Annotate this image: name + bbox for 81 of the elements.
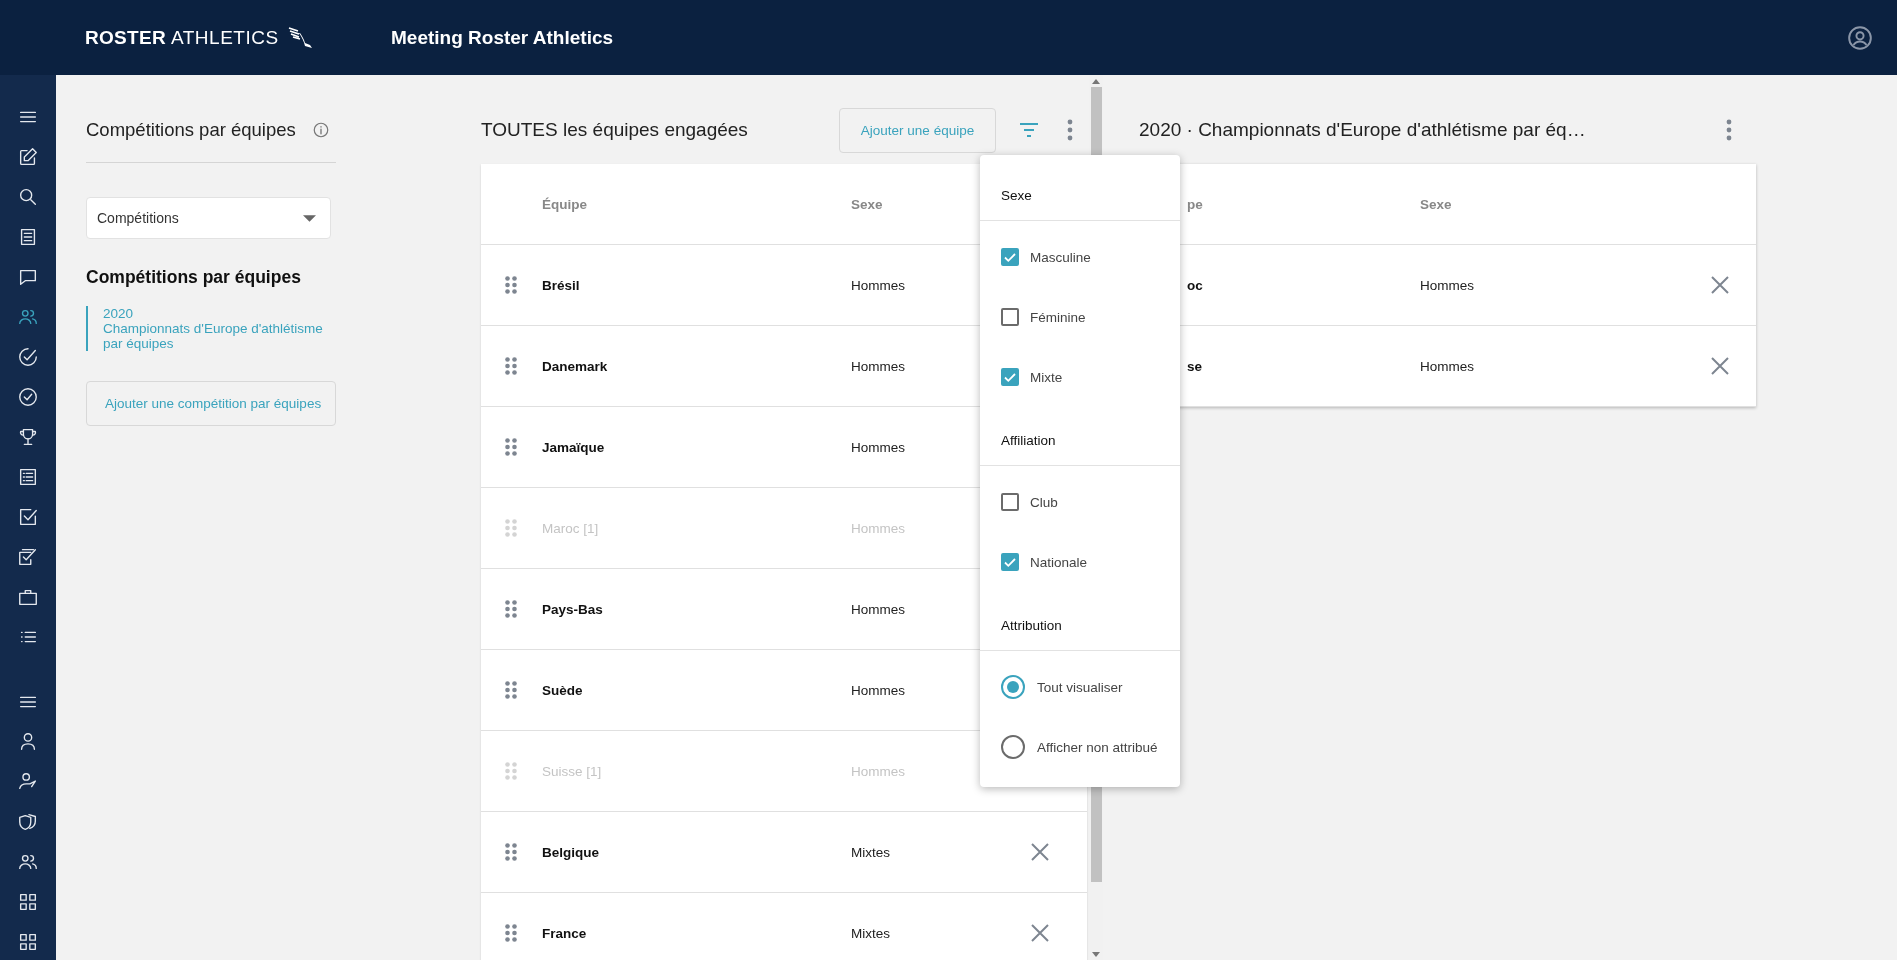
team-name: Danemark [542,358,608,374]
logo-text: ATHLETICS [171,26,279,49]
check-circle-icon[interactable] [17,386,39,408]
team-name: se [1187,358,1203,374]
grid-icon[interactable] [17,891,39,913]
checkbox-label[interactable]: Féminine [1030,309,1086,325]
team-name: Suisse [1] [542,763,602,779]
panel-title: Compétitions par équipes [86,119,296,141]
drag-handle-icon[interactable] [505,843,517,861]
close-icon[interactable] [1711,276,1729,294]
team-name: Belgique [542,844,599,860]
team-name: oc [1187,277,1203,293]
competitions-select[interactable]: Compétitions [86,197,331,239]
caret-icon [303,214,316,222]
team-name: Brésil [542,277,580,293]
team-sex: Hommes [851,439,905,455]
team-sex: Hommes [851,358,905,374]
column-header: Équipe [542,196,587,212]
checkbox[interactable] [1001,308,1019,326]
drag-handle-icon[interactable] [505,600,517,618]
checklist-icon[interactable] [17,546,39,568]
team-name: France [542,925,587,941]
column-header: pe [1187,196,1203,212]
checkbox-label[interactable]: Nationale [1030,554,1088,570]
checkbox-label[interactable]: Masculine [1030,249,1091,265]
radio-label[interactable]: Tout visualiser [1037,679,1123,695]
drag-handle-icon[interactable] [505,357,517,375]
scroll-up-icon[interactable] [1092,79,1100,84]
radio-button[interactable] [1001,675,1025,699]
info-icon[interactable] [312,121,330,139]
checkbox[interactable] [1001,553,1019,571]
panel-title: TOUTES les équipes engagées [481,119,749,141]
scroll-down-icon[interactable] [1092,952,1100,957]
team-sex: Hommes [1420,358,1474,374]
check-circle-icon[interactable] [17,346,39,368]
checkbox-label[interactable]: Club [1030,494,1058,510]
team-name: Maroc [1] [542,520,599,536]
team-sex: Hommes [851,277,905,293]
drag-handle-icon[interactable] [505,438,517,456]
radio-button[interactable] [1001,735,1025,759]
team-sex: Hommes [1420,277,1474,293]
team-name: Jamaïque [542,439,605,455]
grid-icon[interactable] [17,931,39,953]
winged-foot-icon [286,25,313,50]
team-sex: Hommes [851,682,905,698]
list-icon[interactable] [17,466,39,488]
close-icon[interactable] [1031,924,1049,942]
checkbox-label[interactable]: Mixte [1030,369,1063,385]
checkbox-icon[interactable] [17,506,39,528]
checkbox[interactable] [1001,248,1019,266]
column-header: Sexe [851,196,883,212]
edit-icon[interactable] [17,146,39,168]
search-icon[interactable] [17,186,39,208]
panel-title: 2020 · Championnats d'Europe d'athlétisme par éq… [1139,119,1587,141]
team-sex: Hommes [851,520,905,536]
column-header: Sexe [1420,196,1452,212]
trophy-icon[interactable] [17,426,39,448]
more-icon[interactable] [1067,119,1073,141]
team-sex: Hommes [851,601,905,617]
team-sex: Mixtes [851,925,890,941]
menu-section-title: Sexe [980,170,1180,221]
checkbox[interactable] [1001,368,1019,386]
app-title: Meeting Roster Athletics [391,26,614,49]
more-icon[interactable] [1726,119,1732,141]
drag-handle-icon[interactable] [505,681,517,699]
drag-handle-icon[interactable] [505,276,517,294]
drag-handle-icon[interactable] [505,924,517,942]
menu-section-title: Attribution [980,600,1180,651]
team-name: Suède [542,682,583,698]
shields-icon[interactable] [17,811,39,833]
section-heading: Compétitions par équipes [86,267,302,288]
checkbox[interactable] [1001,493,1019,511]
menu-section-title: Affiliation [980,415,1180,466]
team-sex: Hommes [851,763,905,779]
close-icon[interactable] [1031,843,1049,861]
team-sex: Mixtes [851,844,890,860]
close-icon[interactable] [1711,357,1729,375]
team-name: Pays-Bas [542,601,603,617]
logo-text: ROSTER [85,26,166,49]
radio-label[interactable]: Afficher non attribué [1037,739,1158,755]
account-icon[interactable] [1847,24,1873,51]
